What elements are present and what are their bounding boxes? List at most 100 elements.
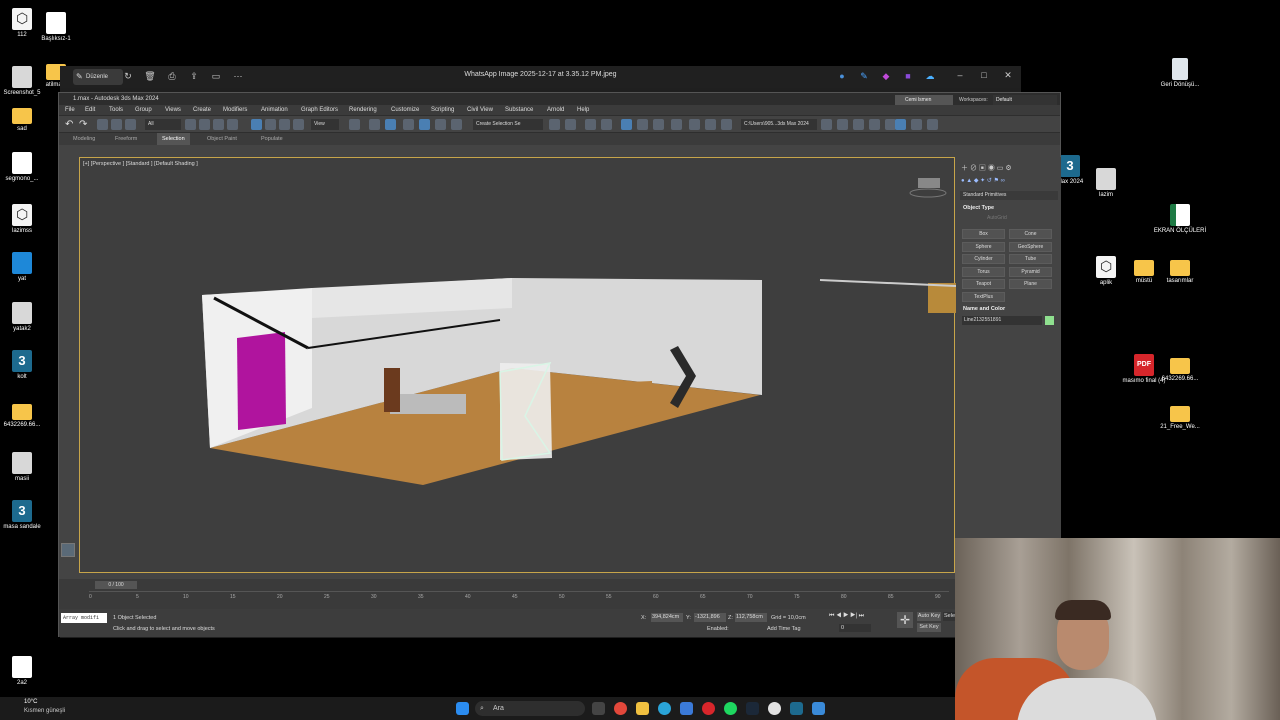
desktop-icon-right-9[interactable]: 21_Free_We...: [1152, 402, 1208, 430]
menu-edit[interactable]: Edit: [85, 105, 95, 115]
menu-help[interactable]: Help: [577, 105, 589, 115]
create-pyramid-button[interactable]: Pyramid: [1009, 266, 1052, 277]
export-icon[interactable]: [869, 119, 880, 130]
track-bar[interactable]: 0 5 10 15 20 25 30 35 40 45 50 55 60 65 70 75 80 85 90: [89, 591, 949, 607]
schematic-view-icon[interactable]: [653, 119, 664, 130]
render-frame-icon[interactable]: [705, 119, 716, 130]
menu-file[interactable]: File: [65, 105, 75, 115]
time-slider[interactable]: 0 / 100: [95, 581, 137, 589]
create-textplus-button[interactable]: TextPlus: [962, 291, 1005, 302]
menu-animation[interactable]: Animation: [261, 105, 288, 115]
menu-group[interactable]: Group: [135, 105, 152, 115]
rect-selection-icon[interactable]: [213, 119, 224, 130]
object-name-field[interactable]: Line2132551891: [962, 316, 1042, 325]
close-icon[interactable]: ✕: [1001, 70, 1015, 81]
create-cylinder-button[interactable]: Cylinder: [962, 254, 1005, 264]
bind-spacewarp-icon[interactable]: [125, 119, 136, 130]
render-setup-icon[interactable]: [689, 119, 700, 130]
align-icon[interactable]: [565, 119, 576, 130]
object-type-header[interactable]: Object Type: [963, 205, 994, 211]
desktop-icon-left-6[interactable]: yatak2: [0, 302, 50, 332]
menu-create[interactable]: Create: [193, 105, 211, 115]
edit-app-icon[interactable]: ✎: [858, 70, 870, 82]
menu-graph-editors[interactable]: Graph Editors: [301, 105, 338, 115]
menu-scripting[interactable]: Scripting: [431, 105, 454, 115]
viewport-layout-tab[interactable]: [61, 543, 75, 557]
scale-icon[interactable]: [279, 119, 290, 130]
desktop-icon-left-3[interactable]: segmono_...: [0, 152, 50, 182]
select-by-name-icon[interactable]: [199, 119, 210, 130]
select-object-icon[interactable]: [185, 119, 196, 130]
create-torus-button[interactable]: Torus: [962, 266, 1005, 277]
chrome-icon[interactable]: [614, 702, 627, 715]
menu-views[interactable]: Views: [165, 105, 181, 115]
menu-arnold[interactable]: Arnold: [547, 105, 564, 115]
task-view-icon[interactable]: [592, 702, 605, 715]
desktop-icon-left-4[interactable]: lazimss: [0, 204, 50, 234]
weather-description[interactable]: Kısmen güneşli: [24, 708, 65, 714]
viewcube-icon[interactable]: [918, 178, 940, 188]
mail-icon[interactable]: [680, 702, 693, 715]
desktop-icon-right-8[interactable]: 6432269.66...: [1152, 354, 1208, 382]
arnold-icon[interactable]: [911, 119, 922, 130]
toggle-ribbon-icon[interactable]: [621, 119, 632, 130]
unlink-icon[interactable]: [111, 119, 122, 130]
user-account[interactable]: Cemi lsmen: [895, 95, 953, 105]
onedrive-icon[interactable]: ☁: [924, 70, 936, 82]
desktop-icon-left-7[interactable]: 3 kolt: [0, 350, 50, 380]
max-taskbar-icon[interactable]: [790, 702, 803, 715]
keyboard-shortcut-icon[interactable]: [385, 119, 396, 130]
menu-civil-view[interactable]: Civil View: [467, 105, 493, 115]
project-folder-icon[interactable]: [821, 119, 832, 130]
auto-key-button[interactable]: Auto Key: [917, 612, 941, 621]
ribbon-tab-modeling[interactable]: Modeling: [73, 133, 95, 145]
menu-substance[interactable]: Substance: [505, 105, 533, 115]
save-icon[interactable]: [853, 119, 864, 130]
desktop-icon-left-11[interactable]: 2a2: [0, 656, 50, 686]
percent-snap-icon[interactable]: [435, 119, 446, 130]
set-key-icon[interactable]: ✛: [897, 612, 913, 628]
create-geosphere-button[interactable]: GeoSphere: [1009, 241, 1052, 252]
snaps-icon[interactable]: [403, 119, 414, 130]
spinner-snap-icon[interactable]: [451, 119, 462, 130]
perspective-viewport[interactable]: [+] [Perspective ] [Standard ] [Default …: [79, 157, 956, 573]
ribbon-tab-freeform[interactable]: Freeform: [115, 133, 137, 145]
maxscript-listener[interactable]: Array modifi: [61, 613, 107, 623]
open-icon[interactable]: [837, 119, 848, 130]
desktop-icon-right-3[interactable]: EKRAN ÖLÇÜLERİ: [1152, 204, 1208, 234]
desktop-icon-right-0[interactable]: Geri Dönüşü...: [1152, 58, 1208, 88]
window-crossing-icon[interactable]: [227, 119, 238, 130]
desktop-icon-left-10[interactable]: 3 masa sandale: [0, 500, 50, 530]
desktop-icon-right-2[interactable]: lazim: [1078, 168, 1134, 198]
scene-explorer-icon[interactable]: [585, 119, 596, 130]
object-color-swatch[interactable]: [1045, 316, 1054, 325]
opera-icon[interactable]: [702, 702, 715, 715]
named-selection-set[interactable]: Create Selection Se: [473, 119, 543, 130]
steam-icon[interactable]: [746, 702, 759, 715]
primitive-category-dropdown[interactable]: Standard Primitives: [960, 191, 1058, 200]
timeline[interactable]: 0 / 100 0 5 10 15 20 25 30 35 40 45 50 55 60 65 70 75 80…: [59, 579, 1062, 609]
desktop-icon-right-6[interactable]: tasarımlar: [1152, 256, 1208, 284]
rotate-tool-icon[interactable]: [265, 119, 276, 130]
menu-modifiers[interactable]: Modifiers: [223, 105, 247, 115]
desktop-icon-left-8[interactable]: 6432269.66...: [0, 400, 50, 428]
angle-snap-icon[interactable]: [419, 119, 430, 130]
spotify-icon[interactable]: [724, 702, 737, 715]
layer-explorer-icon[interactable]: [601, 119, 612, 130]
name-color-header[interactable]: Name and Color: [963, 306, 1005, 312]
create-teapot-button[interactable]: Teapot: [962, 279, 1005, 289]
desktop-icon-second-0[interactable]: Başlıksız-1: [28, 12, 84, 42]
desktop-icon-left-5[interactable]: yat: [0, 252, 50, 282]
edge-icon[interactable]: [658, 702, 671, 715]
viewcube-ring[interactable]: [909, 188, 947, 198]
designer-icon[interactable]: ◆: [880, 70, 892, 82]
sync-icon[interactable]: [927, 119, 938, 130]
explorer-icon[interactable]: [636, 702, 649, 715]
curve-editor-icon[interactable]: [637, 119, 648, 130]
create-category-icons[interactable]: ● ▲ ◆ ✦ ↺ ⚑ ∞: [961, 177, 1057, 185]
mirror-icon[interactable]: [549, 119, 560, 130]
ribbon-tab-selection[interactable]: Selection: [157, 133, 190, 145]
menu-tools[interactable]: Tools: [109, 105, 123, 115]
set-key-button[interactable]: Set Key: [917, 623, 941, 632]
add-time-tag[interactable]: Add Time Tag: [767, 626, 801, 632]
